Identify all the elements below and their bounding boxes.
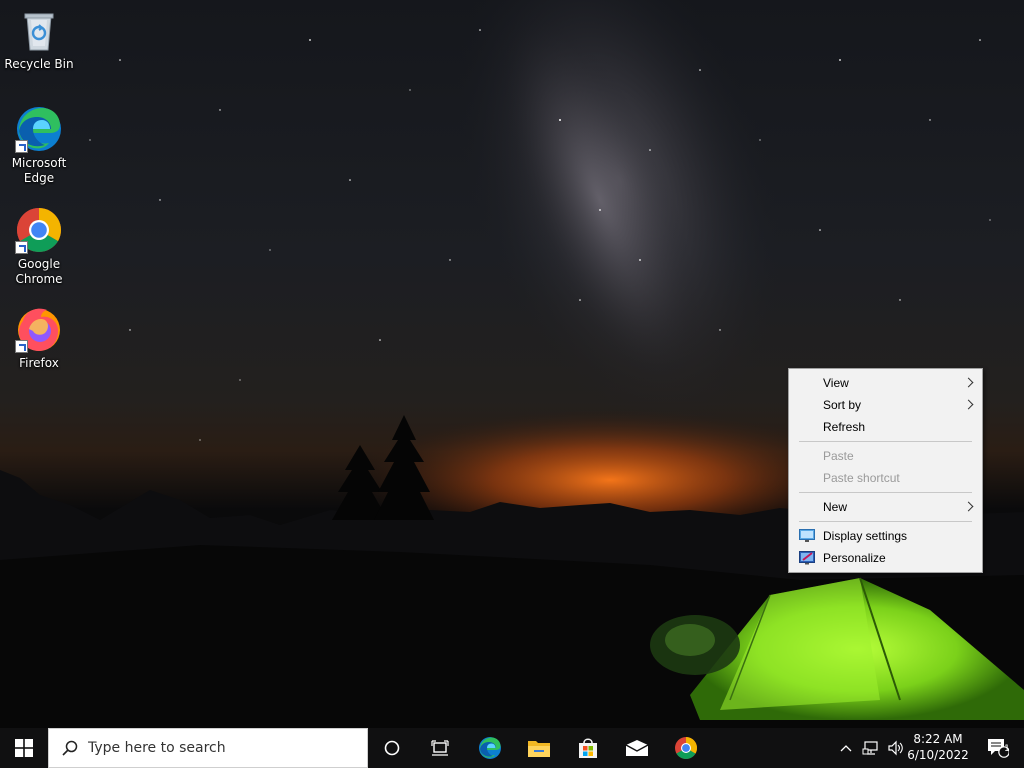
menu-item-label: Paste shortcut — [823, 471, 900, 485]
wallpaper-scene — [0, 0, 1024, 728]
task-view-icon — [431, 740, 449, 756]
menu-separator — [799, 441, 972, 442]
search-input[interactable] — [88, 740, 358, 756]
menu-item-label: View — [823, 376, 849, 390]
desktop-icon-firefox[interactable]: Firefox — [2, 305, 76, 371]
menu-item-label: Refresh — [823, 420, 866, 434]
volume-button[interactable] — [884, 728, 908, 768]
display-settings-icon — [799, 529, 815, 542]
menu-item-label: Personalize — [823, 551, 886, 565]
desktop-icon-microsoft-edge[interactable]: Microsoft Edge — [2, 105, 76, 186]
menu-item-view[interactable]: View — [789, 372, 982, 394]
menu-item-refresh[interactable]: Refresh — [789, 416, 982, 438]
menu-item-new[interactable]: New — [789, 496, 982, 518]
personalize-icon — [799, 551, 815, 565]
chevron-right-icon — [963, 501, 974, 512]
network-button[interactable] — [858, 728, 884, 768]
desktop-context-menu: View Sort by Refresh Paste Paste shortcu… — [788, 368, 983, 573]
show-hidden-icons-button[interactable] — [836, 728, 856, 768]
bush-highlight — [665, 624, 715, 656]
task-view-button[interactable] — [418, 728, 462, 768]
action-center-button[interactable]: 1 — [978, 728, 1018, 768]
menu-item-sort-by[interactable]: Sort by — [789, 394, 982, 416]
taskbar: 8:22 AM 6/10/2022 1 — [0, 728, 1024, 768]
menu-item-display-settings[interactable]: Display settings — [789, 525, 982, 547]
chevron-up-icon — [840, 745, 852, 752]
chevron-right-icon — [963, 399, 974, 410]
desktop-icon-label: Microsoft Edge — [11, 156, 67, 185]
chevron-right-icon — [963, 377, 974, 388]
taskbar-edge-button[interactable] — [468, 728, 512, 768]
shortcut-arrow-icon — [15, 140, 28, 153]
taskbar-mail-button[interactable] — [615, 728, 659, 768]
menu-item-label: Sort by — [823, 398, 862, 412]
desktop-icon-label: Firefox — [19, 356, 59, 370]
desktop-wallpaper[interactable] — [0, 0, 1024, 728]
shortcut-arrow-icon — [15, 340, 28, 353]
taskbar-clock[interactable]: 8:22 AM 6/10/2022 — [906, 731, 970, 763]
cortana-button[interactable] — [370, 728, 414, 768]
mail-icon — [625, 740, 649, 756]
search-icon — [62, 740, 78, 756]
desktop-icon-label: Google Chrome — [15, 257, 63, 286]
menu-separator — [799, 521, 972, 522]
menu-item-paste-shortcut: Paste shortcut — [789, 467, 982, 489]
desktop-icon-label: Recycle Bin — [4, 57, 74, 71]
clock-date: 6/10/2022 — [907, 748, 969, 762]
desktop-icon-google-chrome[interactable]: Google Chrome — [2, 206, 76, 287]
menu-item-paste: Paste — [789, 445, 982, 467]
store-icon — [579, 738, 597, 758]
recycle-bin-icon — [15, 6, 63, 54]
menu-separator — [799, 492, 972, 493]
chrome-icon — [675, 737, 697, 759]
taskbar-store-button[interactable] — [566, 728, 610, 768]
firefox-icon — [15, 305, 63, 353]
desktop-icon-recycle-bin[interactable]: Recycle Bin — [2, 6, 76, 72]
edge-icon — [479, 737, 501, 759]
shortcut-arrow-icon — [15, 241, 28, 254]
start-button[interactable] — [0, 728, 48, 768]
cortana-icon — [384, 740, 400, 756]
network-icon — [862, 741, 878, 755]
clock-time: 8:22 AM — [913, 732, 963, 746]
menu-item-label: New — [823, 500, 848, 514]
edge-icon — [15, 105, 63, 153]
taskbar-chrome-button[interactable] — [664, 728, 708, 768]
menu-item-label: Paste — [823, 449, 854, 463]
menu-item-label: Display settings — [823, 529, 908, 543]
taskbar-search-box[interactable] — [48, 728, 368, 768]
speaker-icon — [888, 740, 903, 756]
menu-item-personalize[interactable]: Personalize — [789, 547, 982, 569]
windows-logo-icon — [15, 739, 33, 757]
notification-count-badge: 1 — [1004, 744, 1010, 754]
file-explorer-icon — [528, 741, 550, 757]
chrome-icon — [15, 206, 63, 254]
taskbar-file-explorer-button[interactable] — [517, 728, 561, 768]
